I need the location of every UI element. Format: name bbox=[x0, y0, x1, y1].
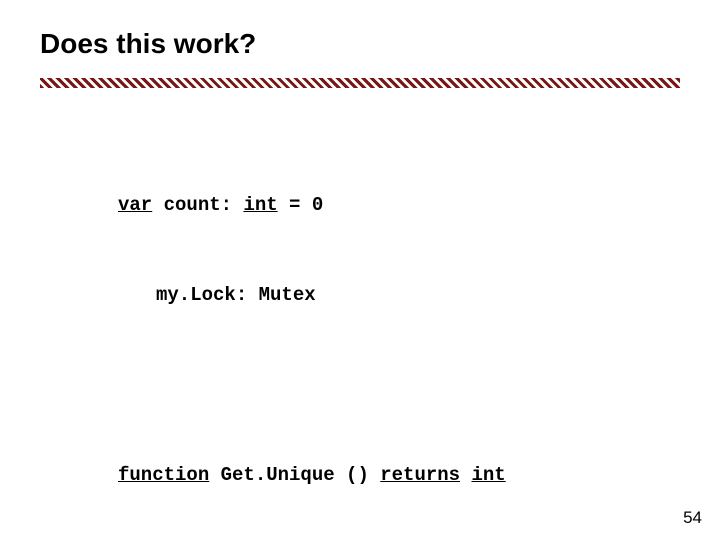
code-text: = 0 bbox=[278, 194, 324, 216]
keyword-returns: returns bbox=[380, 464, 460, 486]
keyword-int: int bbox=[471, 464, 505, 486]
divider bbox=[40, 78, 680, 88]
keyword-int: int bbox=[243, 194, 277, 216]
code-line-2: my.Lock: Mutex bbox=[156, 280, 506, 310]
blank-line bbox=[118, 370, 506, 400]
keyword-var: var bbox=[118, 194, 152, 216]
code-block: var count: int = 0 my.Lock: Mutex functi… bbox=[118, 130, 506, 540]
slide: Does this work? var count: int = 0 my.Lo… bbox=[0, 0, 720, 540]
slide-title: Does this work? bbox=[40, 28, 256, 60]
keyword-function: function bbox=[118, 464, 209, 486]
page-number: 54 bbox=[683, 508, 702, 528]
code-line-3: function Get.Unique () returns int bbox=[118, 460, 506, 490]
code-text bbox=[460, 464, 471, 486]
code-text: Get.Unique () bbox=[209, 464, 380, 486]
code-line-1: var count: int = 0 bbox=[118, 190, 506, 220]
code-text: count: bbox=[152, 194, 243, 216]
